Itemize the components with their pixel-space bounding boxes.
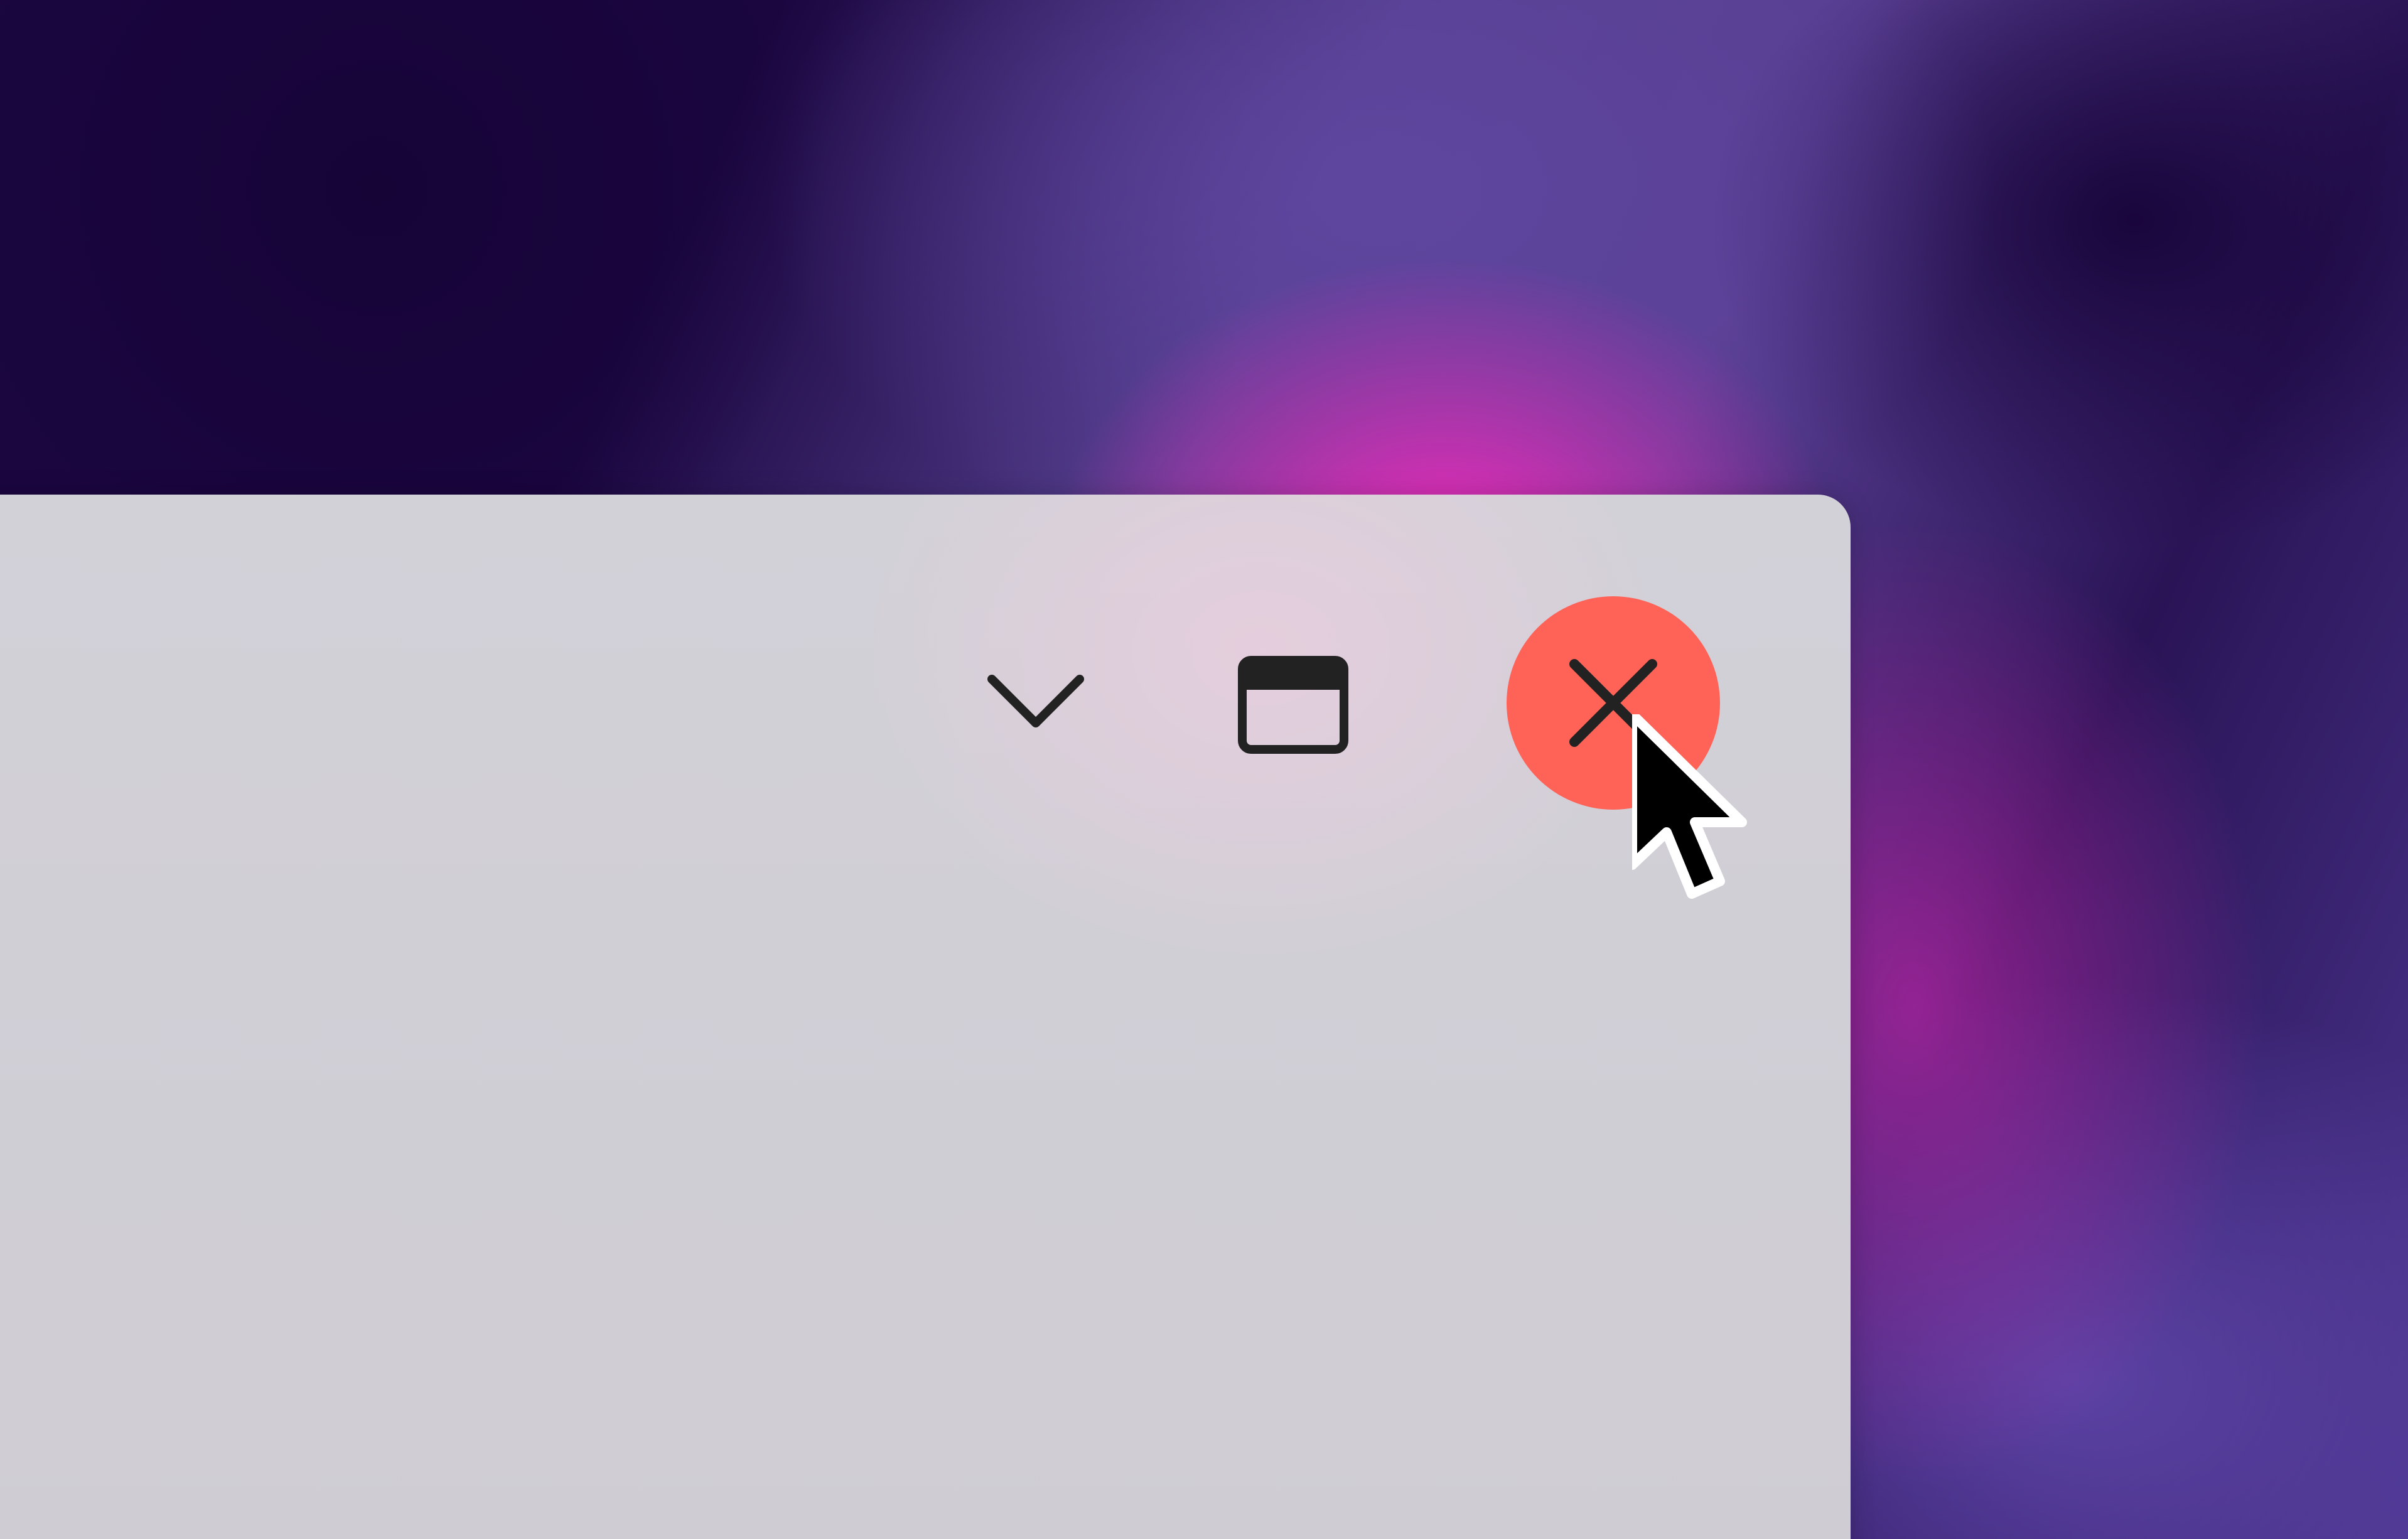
close-icon bbox=[1563, 653, 1664, 753]
window-titlebar[interactable] bbox=[0, 495, 1851, 810]
minimize-button[interactable] bbox=[967, 664, 1105, 739]
app-window[interactable] bbox=[0, 495, 1851, 1539]
maximize-button[interactable] bbox=[1224, 652, 1362, 758]
desktop-wallpaper bbox=[0, 0, 2408, 1539]
close-button[interactable] bbox=[1507, 596, 1720, 810]
window-maximize-icon bbox=[1238, 656, 1348, 754]
chevron-down-icon bbox=[986, 670, 1086, 733]
